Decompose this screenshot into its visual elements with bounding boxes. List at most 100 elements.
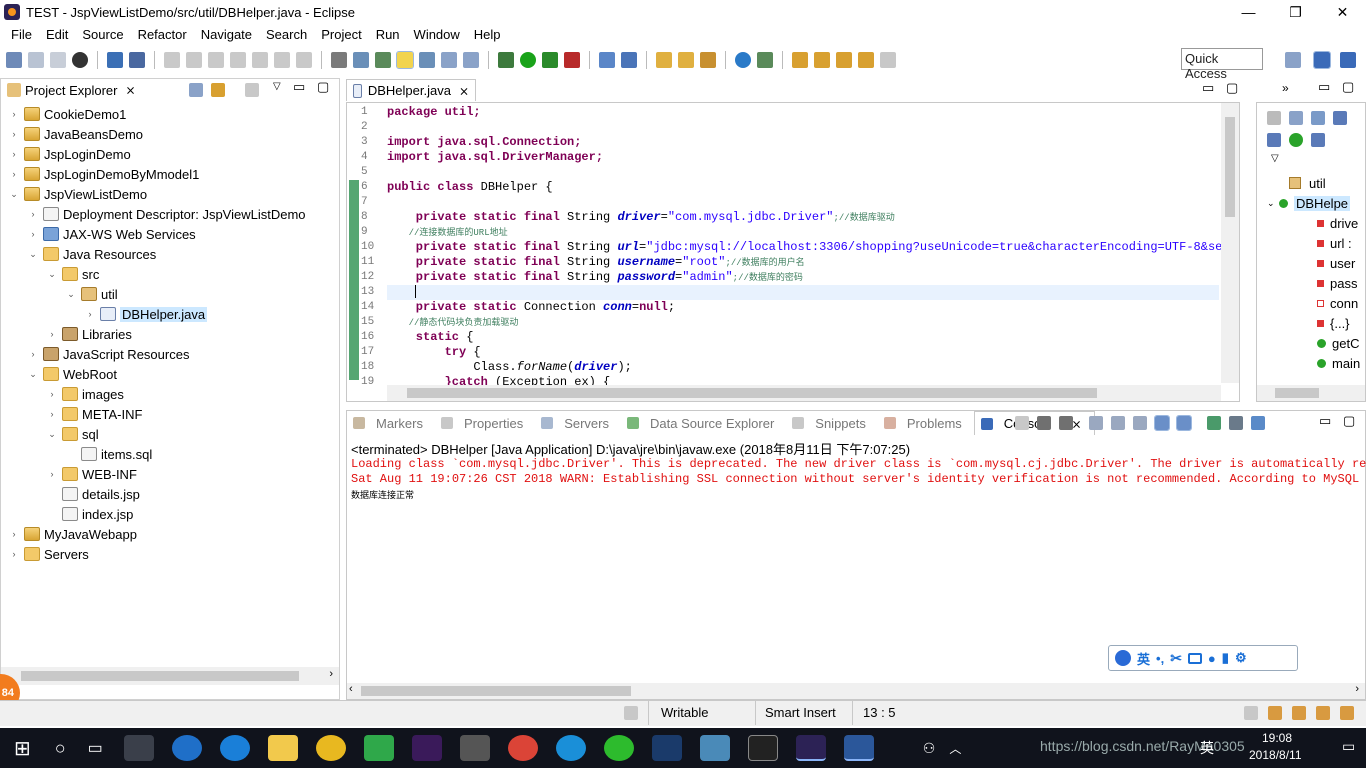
tab-snippets[interactable]: Snippets (786, 416, 878, 431)
outline-node[interactable]: {...} (1257, 313, 1365, 333)
show-whitespace-icon[interactable] (419, 52, 435, 68)
tab-data-source-explorer[interactable]: Data Source Explorer (621, 416, 786, 431)
ie-icon[interactable] (171, 735, 202, 761)
keyboard-icon[interactable] (1187, 652, 1202, 664)
menu-file[interactable]: File (4, 27, 39, 42)
tray-icon-2[interactable] (1268, 706, 1282, 720)
suspend-icon[interactable] (186, 52, 202, 68)
task-view-icon[interactable]: ▭ (88, 738, 103, 758)
java-perspective-icon[interactable] (1340, 52, 1356, 68)
open-folder-icon[interactable] (656, 52, 672, 68)
coverage-icon[interactable] (542, 52, 558, 68)
back-icon[interactable] (858, 52, 874, 68)
hide-fields-icon[interactable] (1333, 111, 1347, 125)
step-return-icon[interactable] (296, 52, 312, 68)
tree-node[interactable]: › JspLoginDemoByMmodel1 (0, 164, 340, 184)
menu-navigate[interactable]: Navigate (194, 27, 259, 42)
resume-icon[interactable] (164, 52, 180, 68)
outline-node[interactable]: conn (1257, 293, 1365, 313)
close-icon[interactable]: ⨯ (459, 84, 469, 98)
maximize-outline-icon[interactable]: ▢ (1342, 79, 1354, 95)
drop-to-frame-icon[interactable] (331, 52, 347, 68)
open-console-icon[interactable] (1251, 416, 1265, 430)
tab-problems[interactable]: Problems (878, 416, 974, 431)
menu-edit[interactable]: Edit (39, 27, 75, 42)
step-into-icon[interactable] (252, 52, 268, 68)
menu-project[interactable]: Project (314, 27, 368, 42)
clock-date[interactable]: 2018/8/11 (1249, 748, 1302, 762)
highlight-icon[interactable] (396, 51, 414, 69)
word-icon[interactable] (843, 735, 874, 761)
run-icon[interactable] (520, 52, 536, 68)
forward-icon[interactable] (880, 52, 896, 68)
explorer-icon[interactable] (267, 735, 298, 761)
app-icon-4[interactable] (699, 735, 730, 761)
new-java-class-icon[interactable] (621, 52, 637, 68)
menu-window[interactable]: Window (407, 27, 467, 42)
disconnect-icon[interactable] (230, 52, 246, 68)
task-icon[interactable] (757, 52, 773, 68)
ime-punct[interactable]: •, (1156, 651, 1164, 666)
tree-node[interactable]: ⌄ util (0, 284, 340, 304)
tree-node[interactable]: › META-INF (0, 404, 340, 424)
clock-time[interactable]: 19:08 (1262, 731, 1292, 745)
people-icon[interactable]: ⚇ (923, 740, 936, 757)
step-over-icon[interactable] (274, 52, 290, 68)
outline-node[interactable]: util (1257, 173, 1365, 193)
java-ee-perspective-icon[interactable] (1313, 51, 1331, 69)
word-wrap-icon[interactable] (1133, 416, 1147, 430)
hide-nonpublic-icon[interactable] (1289, 133, 1303, 147)
minimize-button[interactable]: — (1225, 0, 1272, 24)
app-icon-3[interactable] (651, 735, 682, 761)
new-icon[interactable] (6, 52, 22, 68)
outline-tab-overflow[interactable]: » (1282, 81, 1289, 95)
hide-local-types-icon[interactable] (1311, 133, 1325, 147)
menu-help[interactable]: Help (467, 27, 508, 42)
tree-node[interactable]: ⌄ WebRoot (0, 364, 340, 384)
tab-servers[interactable]: Servers (535, 416, 621, 431)
tree-node[interactable]: › JavaScript Resources (0, 344, 340, 364)
tree-node[interactable]: details.jsp (0, 484, 340, 504)
notification-icon[interactable]: ▭ (1342, 738, 1355, 755)
search-icon[interactable] (700, 52, 716, 68)
remove-launch-icon[interactable] (1037, 416, 1051, 430)
minimize-console-icon[interactable]: ▭ (1319, 413, 1331, 429)
profile-icon[interactable] (72, 52, 88, 68)
tree-node[interactable]: ⌄ JspViewListDemo (0, 184, 340, 204)
minimize-view-icon[interactable]: ▭ (293, 79, 305, 95)
save-all-icon[interactable] (50, 52, 66, 68)
tray-icon-3[interactable] (1292, 706, 1306, 720)
tree-node[interactable]: › Deployment Descriptor: JspViewListDemo (0, 204, 340, 224)
next-annotation-icon[interactable] (792, 52, 808, 68)
cmd-icon[interactable] (747, 735, 778, 761)
save-icon[interactable] (28, 52, 44, 68)
terminate-console-icon[interactable] (1015, 416, 1029, 430)
web-browser-icon[interactable] (735, 52, 751, 68)
search-icon[interactable]: ○ (55, 738, 66, 759)
explorer-hscroll[interactable]: › (1, 667, 339, 685)
outline-node[interactable]: user (1257, 253, 1365, 273)
tree-node[interactable]: › JavaBeansDemo (0, 124, 340, 144)
previous-annotation-icon[interactable] (814, 52, 830, 68)
hide-static-icon[interactable] (1267, 133, 1281, 147)
outline-node[interactable]: getC (1257, 333, 1365, 353)
editor-vscroll[interactable] (1221, 103, 1239, 383)
menu-search[interactable]: Search (259, 27, 314, 42)
show-on-stderr-icon[interactable] (1176, 415, 1192, 431)
outline-node[interactable]: pass (1257, 273, 1365, 293)
scissors-icon[interactable]: ✂ (1170, 650, 1182, 667)
show-on-stdout-icon[interactable] (1154, 415, 1170, 431)
ime-language[interactable]: 英 (1137, 649, 1150, 668)
focus-icon[interactable] (1267, 111, 1281, 125)
console-hscroll[interactable]: ‹ › (347, 683, 1365, 699)
skip-breakpoints-icon[interactable] (129, 52, 145, 68)
scroll-lock-icon[interactable] (1111, 416, 1125, 430)
tree-node[interactable]: › JAX-WS Web Services (0, 224, 340, 244)
new-server-icon[interactable] (599, 52, 615, 68)
start-icon[interactable]: ⊞ (14, 736, 31, 761)
premiere-icon[interactable] (411, 735, 442, 761)
external-tools-icon[interactable] (564, 52, 580, 68)
tab-project-explorer[interactable]: Project Explorer ⨯ (1, 79, 151, 101)
media-icon[interactable] (363, 735, 394, 761)
ime-toolbar[interactable]: 英 •, ✂ ● ▮ ⚙ (1108, 645, 1298, 671)
